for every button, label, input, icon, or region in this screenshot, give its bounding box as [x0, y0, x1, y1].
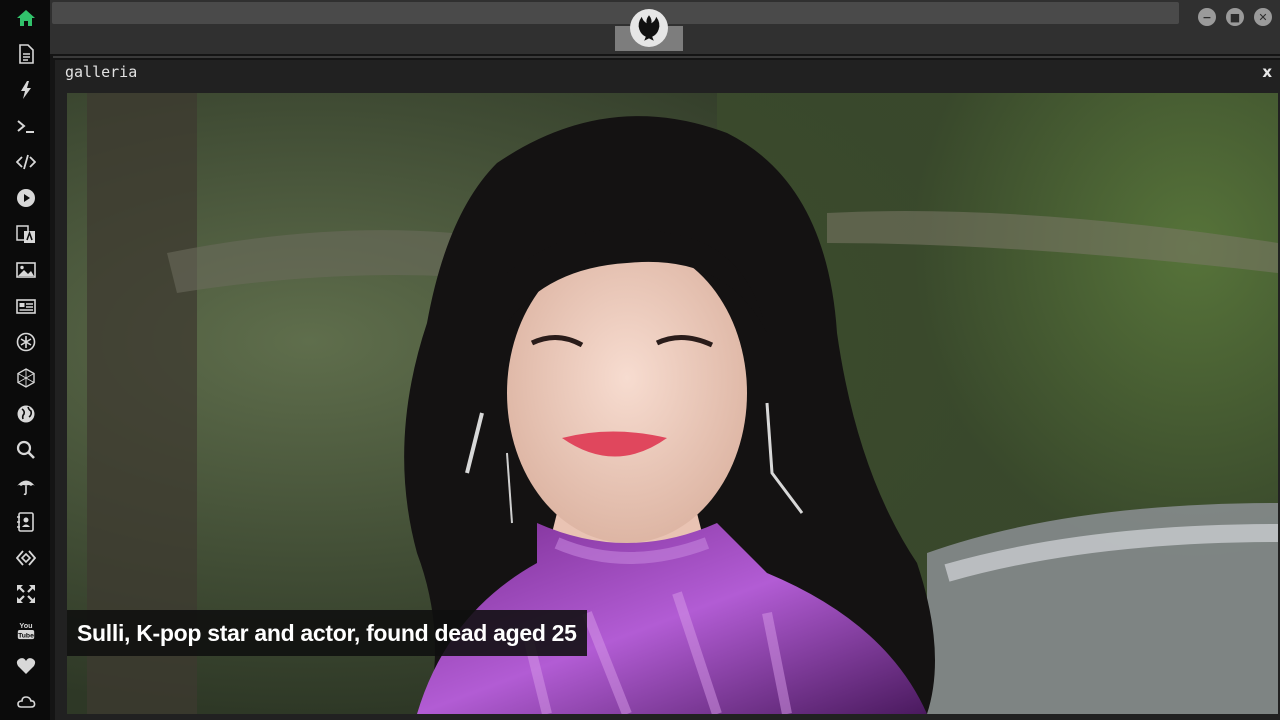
hexagon-icon[interactable] — [13, 365, 39, 391]
code-icon[interactable] — [13, 149, 39, 175]
rebel-alliance-logo-icon[interactable] — [630, 9, 668, 47]
cloud-icon[interactable] — [13, 689, 39, 715]
lightning-icon[interactable] — [13, 77, 39, 103]
contact-card-icon[interactable] — [13, 509, 39, 535]
globe-icon[interactable] — [13, 401, 39, 427]
gallery-close-button[interactable]: x — [1262, 63, 1272, 81]
home-icon[interactable] — [13, 5, 39, 31]
expand-icon[interactable] — [13, 581, 39, 607]
image-icon[interactable] — [13, 257, 39, 283]
gallery-caption: Sulli, K-pop star and actor, found dead … — [67, 610, 587, 656]
svg-text:Tube: Tube — [18, 632, 34, 639]
translate-icon[interactable] — [13, 221, 39, 247]
terminal-icon[interactable] — [13, 113, 39, 139]
sidebar: You Tube — [0, 0, 50, 720]
svg-text:You: You — [19, 621, 32, 630]
document-icon[interactable] — [13, 41, 39, 67]
asterisk-icon[interactable] — [13, 329, 39, 355]
window-close-button[interactable]: ✕ — [1254, 8, 1272, 26]
address-bar[interactable] — [52, 2, 1179, 24]
code-diamond-icon[interactable] — [13, 545, 39, 571]
maximize-button[interactable]: ■ — [1226, 8, 1244, 26]
divider — [53, 56, 1280, 58]
play-icon[interactable] — [13, 185, 39, 211]
newspaper-icon[interactable] — [13, 293, 39, 319]
search-icon[interactable] — [13, 437, 39, 463]
umbrella-icon[interactable] — [13, 473, 39, 499]
window-title: galleria — [65, 63, 138, 81]
gallery-photo[interactable]: Sulli, K-pop star and actor, found dead … — [67, 93, 1278, 714]
gallery-window: galleria x Sulli, K-pop star and actor, … — [55, 60, 1280, 720]
heart-icon[interactable] — [13, 653, 39, 679]
minimize-button[interactable]: − — [1198, 8, 1216, 26]
youtube-icon[interactable]: You Tube — [13, 617, 39, 643]
